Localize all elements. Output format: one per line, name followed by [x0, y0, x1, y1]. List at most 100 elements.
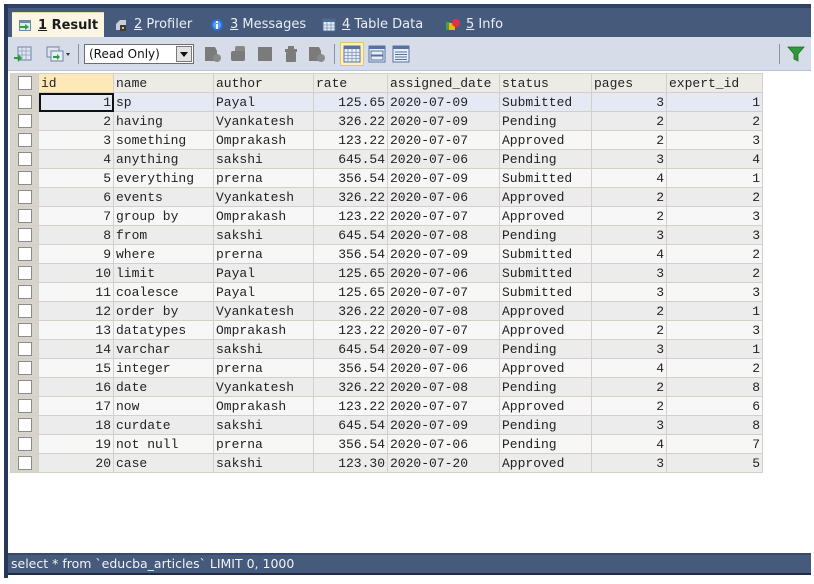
cell-status[interactable]: Pending [499, 111, 592, 131]
column-header-rate[interactable]: rate [313, 73, 388, 93]
cell-rate[interactable]: 356.54 [313, 244, 388, 264]
duplicate-row-icon[interactable] [46, 45, 72, 63]
cell-id[interactable]: 11 [38, 282, 114, 302]
column-header-pages[interactable]: pages [591, 73, 667, 93]
cell-rate[interactable]: 645.54 [313, 225, 388, 245]
cell-status[interactable]: Approved [499, 206, 592, 226]
cell-assigned-date[interactable]: 2020-07-07 [387, 130, 500, 150]
row-checkbox[interactable] [10, 282, 39, 302]
filter-icon[interactable] [787, 45, 805, 63]
cell-name[interactable]: datatypes [113, 320, 214, 340]
cell-expert-id[interactable]: 6 [666, 396, 763, 416]
cell-expert-id[interactable]: 2 [666, 263, 763, 283]
cell-id[interactable]: 12 [38, 301, 114, 321]
cell-assigned-date[interactable]: 2020-07-08 [387, 225, 500, 245]
cell-author[interactable]: sakshi [213, 149, 314, 169]
cell-rate[interactable]: 645.54 [313, 415, 388, 435]
cell-expert-id[interactable]: 3 [666, 282, 763, 302]
cell-id[interactable]: 3 [38, 130, 114, 150]
cell-rate[interactable]: 645.54 [313, 149, 388, 169]
cell-status[interactable]: Submitted [499, 244, 592, 264]
cell-status[interactable]: Pending [499, 149, 592, 169]
table-row[interactable]: 19 not null prerna 356.54 2020-07-06 Pending 4… [10, 434, 763, 454]
cell-author[interactable]: sakshi [213, 339, 314, 359]
cell-status[interactable]: Pending [499, 225, 592, 245]
cell-expert-id[interactable]: 1 [666, 92, 763, 112]
cell-id[interactable]: 1 [38, 92, 114, 112]
cell-expert-id[interactable]: 1 [666, 301, 763, 321]
cell-status[interactable]: Pending [499, 377, 592, 397]
cell-id[interactable]: 10 [38, 263, 114, 283]
cell-status[interactable]: Approved [499, 130, 592, 150]
tab-messages[interactable]: 3 Messages [204, 12, 310, 37]
column-header-assigned-date[interactable]: assigned_date [387, 73, 500, 93]
cell-expert-id[interactable]: 3 [666, 206, 763, 226]
cell-pages[interactable]: 3 [591, 263, 667, 283]
cell-status[interactable]: Submitted [499, 263, 592, 283]
cell-assigned-date[interactable]: 2020-07-07 [387, 206, 500, 226]
table-row[interactable]: 15 integer prerna 356.54 2020-07-06 Approved 4… [10, 358, 763, 378]
insert-row-icon[interactable] [14, 45, 32, 63]
cell-id[interactable]: 13 [38, 320, 114, 340]
cell-name[interactable]: everything [113, 168, 214, 188]
column-header-name[interactable]: name [113, 73, 214, 93]
cell-name[interactable]: case [113, 453, 214, 473]
cell-id[interactable]: 9 [38, 244, 114, 264]
cell-name[interactable]: varchar [113, 339, 214, 359]
cell-name[interactable]: events [113, 187, 214, 207]
tab-info[interactable]: 5 Info [440, 12, 512, 37]
cell-pages[interactable]: 2 [591, 320, 667, 340]
cell-status[interactable]: Approved [499, 320, 592, 340]
cell-pages[interactable]: 3 [591, 282, 667, 302]
cell-author[interactable]: sakshi [213, 415, 314, 435]
cell-author[interactable]: Payal [213, 92, 314, 112]
cell-id[interactable]: 20 [38, 453, 114, 473]
table-row[interactable]: 7 group by Omprakash 123.22 2020-07-07 Approv… [10, 206, 763, 226]
cell-status[interactable]: Pending [499, 434, 592, 454]
row-checkbox[interactable] [10, 377, 39, 397]
table-row[interactable]: 13 datatypes Omprakash 123.22 2020-07-07 Appr… [10, 320, 763, 340]
cell-expert-id[interactable]: 1 [666, 168, 763, 188]
cell-author[interactable]: prerna [213, 244, 314, 264]
cell-name[interactable]: anything [113, 149, 214, 169]
cell-id[interactable]: 2 [38, 111, 114, 131]
cell-author[interactable]: Payal [213, 282, 314, 302]
cell-name[interactable]: having [113, 111, 214, 131]
cell-id[interactable]: 15 [38, 358, 114, 378]
cell-pages[interactable]: 3 [591, 339, 667, 359]
cell-author[interactable]: sakshi [213, 225, 314, 245]
table-row[interactable]: 11 coalesce Payal 125.65 2020-07-07 Submitted… [10, 282, 763, 302]
tab-table-data[interactable]: 4 Table Data [316, 12, 436, 37]
cell-assigned-date[interactable]: 2020-07-09 [387, 339, 500, 359]
cell-rate[interactable]: 356.54 [313, 358, 388, 378]
cell-id[interactable]: 19 [38, 434, 114, 454]
cell-rate[interactable]: 125.65 [313, 282, 388, 302]
table-row[interactable]: 18 curdate sakshi 645.54 2020-07-09 Pending 3 8 [10, 415, 763, 435]
cell-status[interactable]: Approved [499, 358, 592, 378]
table-row[interactable]: 17 now Omprakash 123.22 2020-07-07 Approved 2 6 [10, 396, 763, 416]
row-checkbox[interactable] [10, 320, 39, 340]
row-checkbox[interactable] [10, 149, 39, 169]
row-checkbox[interactable] [10, 92, 39, 112]
cell-name[interactable]: from [113, 225, 214, 245]
cell-assigned-date[interactable]: 2020-07-06 [387, 358, 500, 378]
table-row[interactable]: 10 limit Payal 125.65 2020-07-06 Submitted 3 2 [10, 263, 763, 283]
cell-status[interactable]: Approved [499, 187, 592, 207]
cell-pages[interactable]: 2 [591, 206, 667, 226]
cell-rate[interactable]: 645.54 [313, 339, 388, 359]
cell-name[interactable]: order by [113, 301, 214, 321]
table-row[interactable]: 20 case sakshi 123.30 2020-07-20 Approved 3 5 [10, 453, 763, 473]
cell-author[interactable]: Vyankatesh [213, 301, 314, 321]
cell-author[interactable]: prerna [213, 434, 314, 454]
cell-name[interactable]: not null [113, 434, 214, 454]
cell-pages[interactable]: 3 [591, 149, 667, 169]
cell-rate[interactable]: 326.22 [313, 301, 388, 321]
cell-assigned-date[interactable]: 2020-07-07 [387, 320, 500, 340]
cell-assigned-date[interactable]: 2020-07-20 [387, 453, 500, 473]
cell-rate[interactable]: 123.22 [313, 206, 388, 226]
cell-expert-id[interactable]: 3 [666, 225, 763, 245]
cell-status[interactable]: Submitted [499, 168, 592, 188]
cell-rate[interactable]: 326.22 [313, 377, 388, 397]
cell-rate[interactable]: 326.22 [313, 187, 388, 207]
chevron-down-icon[interactable] [176, 46, 192, 62]
